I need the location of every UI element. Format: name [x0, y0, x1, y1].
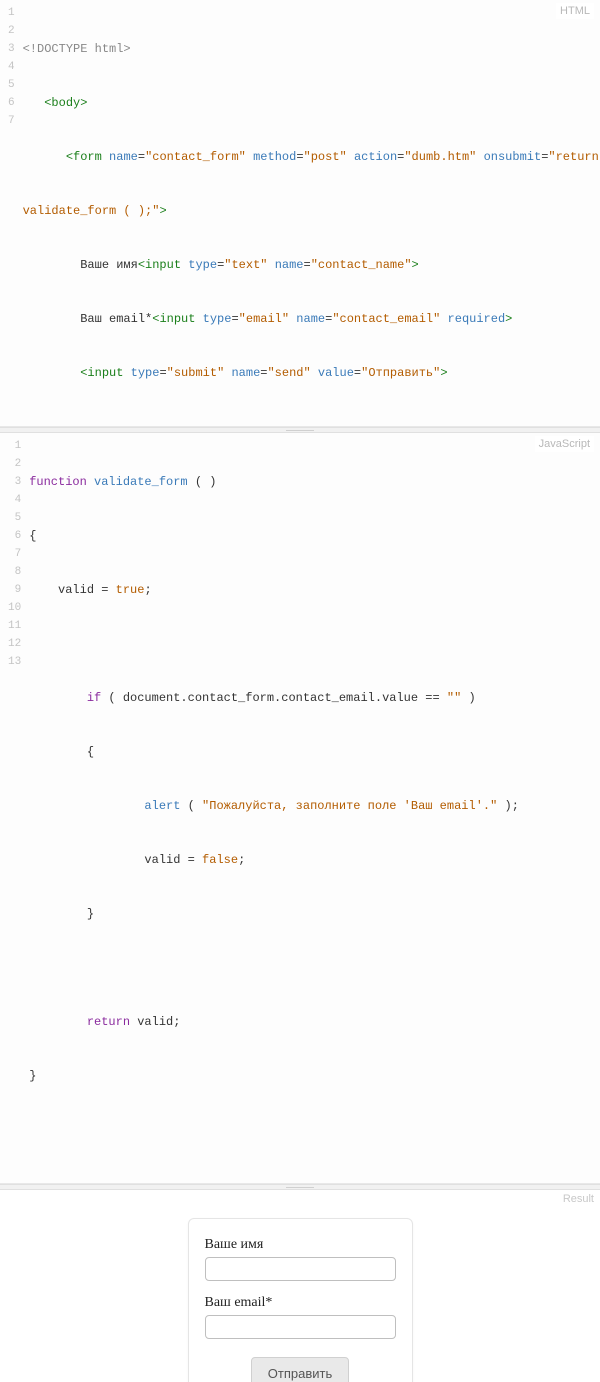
- result-panel: Result Ваше имя Ваш email*: [0, 1190, 600, 1382]
- result-panel-label: Result: [563, 1193, 594, 1205]
- email-label: Ваш email*: [205, 1295, 396, 1311]
- name-label: Ваше имя: [205, 1237, 396, 1253]
- html-editor-panel: HTML 1 2 3 4 5 6 7 <!DOCTYPE html> <body…: [0, 0, 600, 427]
- html-code-area[interactable]: <!DOCTYPE html> <body> <form name="conta…: [23, 4, 600, 418]
- js-panel-label: JavaScript: [535, 436, 594, 452]
- name-input[interactable]: [205, 1257, 396, 1281]
- js-code-area[interactable]: function validate_form ( ) { valid = tru…: [29, 437, 600, 1175]
- js-editor-panel: JavaScript 1 2 3 4 5 6 7 8 9 10 11 12 13…: [0, 433, 600, 1184]
- html-gutter: 1 2 3 4 5 6 7: [0, 4, 23, 418]
- js-gutter: 1 2 3 4 5 6 7 8 9 10 11 12 13: [0, 437, 29, 1175]
- email-input[interactable]: [205, 1315, 396, 1339]
- submit-button[interactable]: [251, 1357, 349, 1382]
- rendered-form: Ваше имя Ваш email*: [188, 1218, 413, 1382]
- html-panel-label: HTML: [556, 3, 594, 19]
